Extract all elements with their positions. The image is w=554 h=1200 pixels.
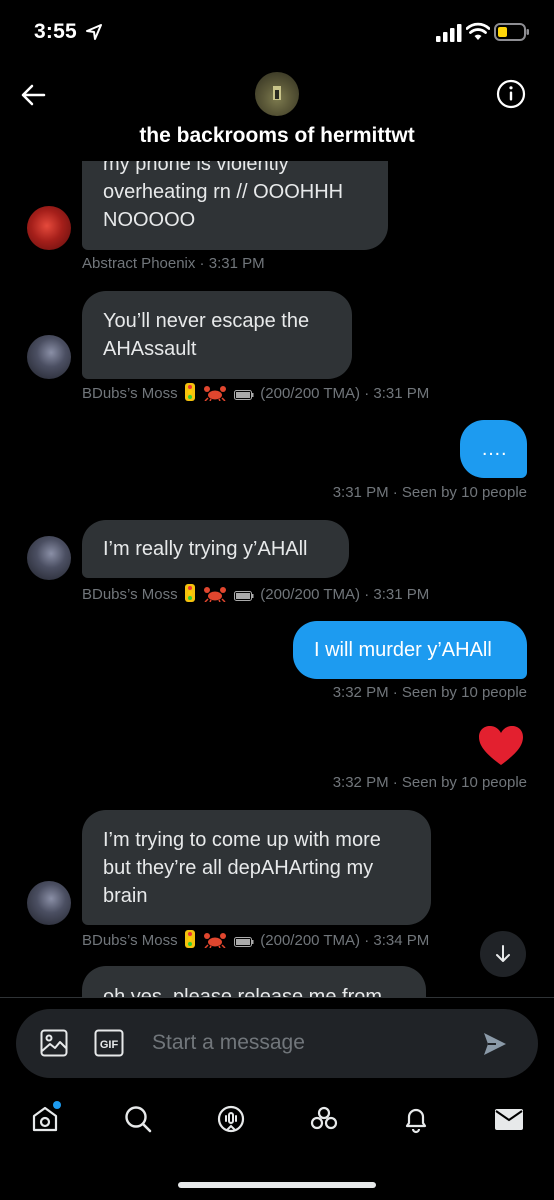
back-arrow-icon[interactable]	[20, 82, 46, 108]
message-text: my phone is violently	[103, 161, 289, 175]
message-meta: 3:32 PM · Seen by 10 people	[332, 774, 527, 791]
message-text: NOOOOO	[103, 209, 196, 231]
image-icon[interactable]	[40, 1029, 68, 1057]
heart-emoji-icon[interactable]	[478, 725, 524, 767]
avatar[interactable]	[27, 536, 71, 580]
send-icon[interactable]	[482, 1031, 508, 1057]
message-meta: BDubs’s Moss (200/200 TMA) · 3:34 PM	[82, 930, 429, 949]
search-icon[interactable]	[123, 1104, 153, 1134]
message-meta: Abstract Phoenix · 3:31 PM	[82, 255, 265, 272]
message-text: I’m really trying y’AHAll	[103, 538, 308, 560]
meta-detail: (200/200 TMA) · 3:31 PM	[260, 586, 430, 603]
communities-icon[interactable]	[309, 1104, 339, 1134]
message-composer: GIF	[16, 1009, 538, 1078]
message-text: but they’re all depAHArting my	[103, 857, 374, 879]
meta-detail: (200/200 TMA) · 3:34 PM	[260, 932, 430, 949]
message-text: I will murder y’AHAll	[314, 639, 492, 661]
message-bubble[interactable]: I’m really trying y’AHAll	[82, 520, 349, 578]
spaces-icon[interactable]	[216, 1104, 246, 1134]
crab-emoji-icon	[203, 587, 226, 602]
cellular-signal-icon	[436, 24, 462, 42]
home-indicator	[178, 1182, 376, 1188]
avatar[interactable]	[27, 335, 71, 379]
message-bubble[interactable]: I will murder y’AHAll	[293, 621, 527, 679]
message-text: oh yes, please release me from	[103, 986, 383, 997]
message-meta: BDubs’s Moss (200/200 TMA) · 3:31 PM	[82, 383, 429, 402]
conversation-header: the backrooms of hermittwt	[0, 66, 554, 161]
conversation-title[interactable]: the backrooms of hermittwt	[0, 124, 554, 148]
sender-name: BDubs’s Moss	[82, 586, 178, 603]
message-bubble[interactable]: You’ll never escape the AHAssault	[82, 291, 352, 379]
wifi-icon	[466, 22, 490, 40]
notification-dot	[53, 1101, 61, 1109]
message-text: AHAssault	[103, 338, 197, 360]
message-text: overheating rn // OOOHHH	[103, 181, 344, 203]
sender-name: BDubs’s Moss	[82, 385, 178, 402]
crab-emoji-icon	[203, 386, 226, 401]
sender-name: BDubs’s Moss	[82, 932, 178, 949]
traffic-light-emoji-icon	[184, 930, 195, 948]
messages-envelope-icon[interactable]	[494, 1104, 524, 1134]
message-text: brain	[103, 885, 148, 907]
bottom-nav	[0, 1090, 554, 1160]
crab-emoji-icon	[203, 933, 226, 948]
meta-detail: (200/200 TMA) · 3:31 PM	[260, 385, 430, 402]
message-meta: BDubs’s Moss (200/200 TMA) · 3:31 PM	[82, 584, 429, 603]
location-arrow-icon	[86, 24, 102, 40]
info-icon[interactable]	[496, 79, 526, 109]
message-bubble[interactable]: ….	[460, 420, 527, 478]
avatar[interactable]	[27, 206, 71, 250]
battery-emoji-icon	[234, 937, 254, 947]
svg-text:GIF: GIF	[100, 1039, 119, 1051]
notifications-bell-icon[interactable]	[401, 1104, 431, 1134]
battery-emoji-icon	[234, 591, 254, 601]
arrow-down-icon	[496, 945, 510, 962]
status-bar: 3:55	[0, 0, 554, 66]
battery-emoji-icon	[234, 390, 254, 400]
gif-icon[interactable]: GIF	[94, 1029, 124, 1057]
avatar[interactable]	[27, 881, 71, 925]
message-input[interactable]	[152, 1025, 452, 1061]
traffic-light-emoji-icon	[184, 584, 195, 602]
message-list[interactable]: my phone is violently overheating rn // …	[0, 161, 554, 997]
scroll-to-bottom-button[interactable]	[480, 931, 526, 977]
composer-divider	[0, 997, 554, 998]
message-bubble[interactable]: oh yes, please release me from	[82, 966, 426, 997]
status-time: 3:55	[34, 20, 77, 43]
message-text: You’ll never escape the	[103, 310, 310, 332]
battery-icon	[494, 23, 529, 41]
message-meta: 3:32 PM · Seen by 10 people	[332, 684, 527, 701]
message-text: I’m trying to come up with more	[103, 829, 381, 851]
message-meta: 3:31 PM · Seen by 10 people	[332, 484, 527, 501]
group-avatar[interactable]	[255, 72, 299, 116]
traffic-light-emoji-icon	[184, 383, 195, 401]
message-text: ….	[481, 438, 507, 460]
message-bubble[interactable]: my phone is violently overheating rn // …	[82, 161, 388, 250]
message-bubble[interactable]: I’m trying to come up with more but they…	[82, 810, 431, 925]
